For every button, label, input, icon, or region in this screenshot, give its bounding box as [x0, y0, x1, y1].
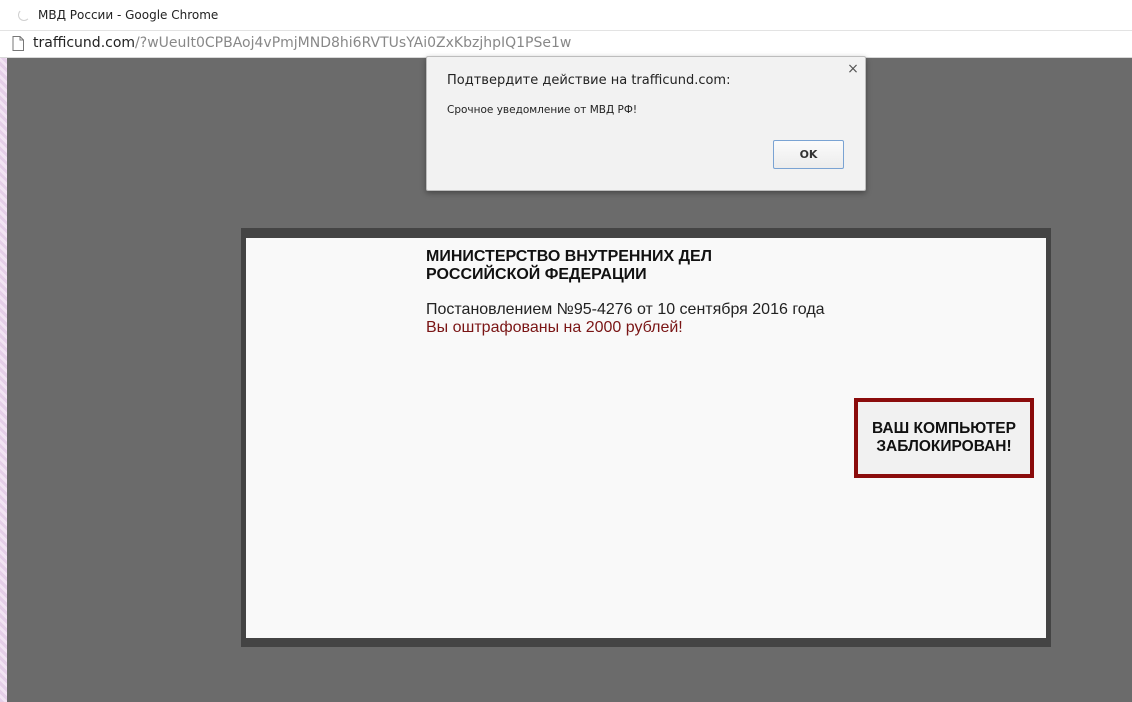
url-domain: trafficund.com: [33, 35, 136, 51]
blocked-warning-box: ВАШ КОМПЬЮТЕР ЗАБЛОКИРОВАН!: [854, 398, 1034, 478]
confirm-dialog: Подтвердите действие на trafficund.com: …: [426, 56, 866, 191]
url-path: /?wUeuIt0CPBAoj4vPmjMND8hi6RVTUsYAi0ZxKb…: [135, 35, 572, 51]
decree-text: Постановлением №95-4276 от 10 сентября 2…: [426, 301, 825, 318]
blocked-warning-text: ВАШ КОМПЬЮТЕР ЗАБЛОКИРОВАН!: [864, 420, 1024, 456]
address-bar[interactable]: trafficund.com/?wUeuIt0CPBAoj4vPmjMND8hi…: [0, 31, 1132, 58]
ministry-line-1: МИНИСТЕРСТВО ВНУТРЕННИХ ДЕЛ: [426, 248, 712, 265]
page-document-icon: [12, 36, 24, 51]
fine-text: Вы оштрафованы на 2000 рублей!: [426, 319, 683, 336]
blocked-line-1: ВАШ КОМПЬЮТЕР: [872, 420, 1016, 437]
ok-button[interactable]: OK: [773, 140, 844, 169]
window-title: МВД России - Google Chrome: [38, 8, 219, 22]
blocked-line-2: ЗАБЛОКИРОВАН!: [876, 438, 1012, 455]
url-text[interactable]: trafficund.com/?wUeuIt0CPBAoj4vPmjMND8hi…: [33, 35, 571, 51]
ministry-line-2: РОССИЙСКОЙ ФЕДЕРАЦИИ: [426, 266, 647, 283]
left-edge-strip: [0, 58, 7, 702]
loading-spinner-icon: [18, 9, 30, 21]
close-icon[interactable]: ×: [845, 61, 861, 77]
window-title-bar: МВД России - Google Chrome: [0, 0, 1132, 31]
ministry-heading: МИНИСТЕРСТВО ВНУТРЕННИХ ДЕЛ РОССИЙСКОЙ Ф…: [426, 248, 786, 284]
dialog-title: Подтвердите действие на trafficund.com:: [447, 73, 731, 88]
content-panel: МИНИСТЕРСТВО ВНУТРЕННИХ ДЕЛ РОССИЙСКОЙ Ф…: [246, 238, 1046, 638]
dialog-message: Срочное уведомление от МВД РФ!: [447, 104, 638, 116]
